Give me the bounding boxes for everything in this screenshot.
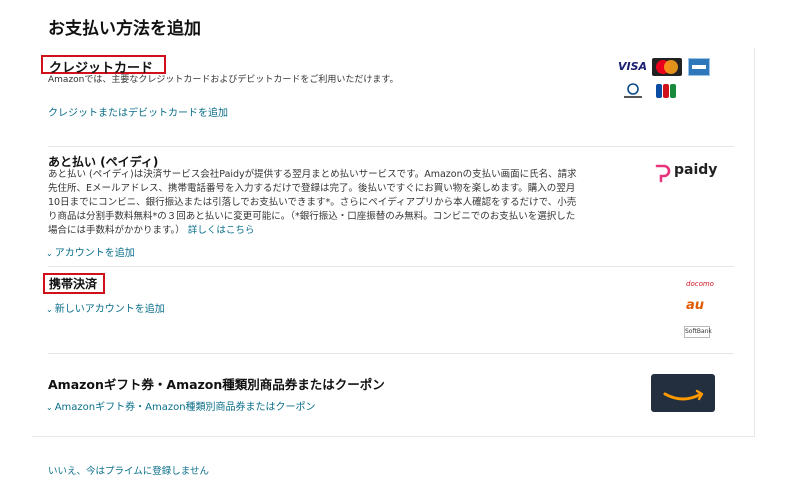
decline-prime-link[interactable]: いいえ、今はプライムに登録しません xyxy=(48,463,209,477)
docomo-logo: docomo xyxy=(686,280,714,288)
gift-card-title: Amazonギフト券・Amazon種類別商品券またはクーポン xyxy=(48,377,385,392)
paidy-description-line: 10日までにコンビニ、銀行振込または引落しでお支払いできます*。さらにペイディア… xyxy=(48,197,577,208)
mastercard-logo xyxy=(652,58,682,76)
gift-card-add-link[interactable]: ⌄ Amazonギフト券・Amazon種類別商品券またはクーポン xyxy=(46,398,316,413)
visa-logo: VISA xyxy=(618,60,648,73)
chevron-down-icon: ⌄ xyxy=(46,249,53,258)
jcb-logo xyxy=(655,82,677,100)
paidy-description-line: り商品は分割手数料無料*の３回あと払いに変更可能に。（*銀行振込・口座振替のみ無… xyxy=(48,211,576,222)
chevron-down-icon: ⌄ xyxy=(46,403,53,412)
divider xyxy=(48,266,734,267)
credit-card-description: Amazonでは、主要なクレジットカードおよびデビットカードをご利用いただけます… xyxy=(48,75,399,85)
softbank-logo: SoftBank xyxy=(684,326,712,338)
chevron-down-icon: ⌄ xyxy=(46,305,53,314)
paidy-description-line: 先住所、Eメールアドレス、携帯電話番号を入力するだけで登録は完了。後払いですぐに… xyxy=(48,183,576,194)
diners-club-logo xyxy=(622,82,644,100)
divider xyxy=(48,353,734,354)
page-title: お支払い方法を追加 xyxy=(48,19,201,39)
carrier-add-account-link[interactable]: ⌄ 新しいアカウントを追加 xyxy=(46,300,165,315)
paidy-description-line: あと払い (ペイディ)は決済サービス会社Paidyが提供する翌月まとめ払いサービ… xyxy=(48,169,577,180)
paidy-details-link[interactable]: 詳しくはこちら xyxy=(188,225,255,236)
paidy-description: あと払い (ペイディ)は決済サービス会社Paidyが提供する翌月まとめ払いサービ… xyxy=(48,168,588,238)
add-credit-card-link[interactable]: クレジットまたはデビットカードを追加 xyxy=(48,104,228,119)
paidy-add-account-link[interactable]: ⌄ アカウントを追加 xyxy=(46,244,135,259)
paidy-description-line: 場合には手数料がかかります。） 詳しくはこちら xyxy=(48,225,255,236)
amazon-smile-logo xyxy=(651,374,715,412)
divider xyxy=(48,146,734,147)
carrier-title: 携帯決済 xyxy=(49,277,98,291)
paidy-logo: paidy xyxy=(654,162,717,184)
amex-logo xyxy=(688,58,710,76)
au-logo: au xyxy=(686,298,705,313)
